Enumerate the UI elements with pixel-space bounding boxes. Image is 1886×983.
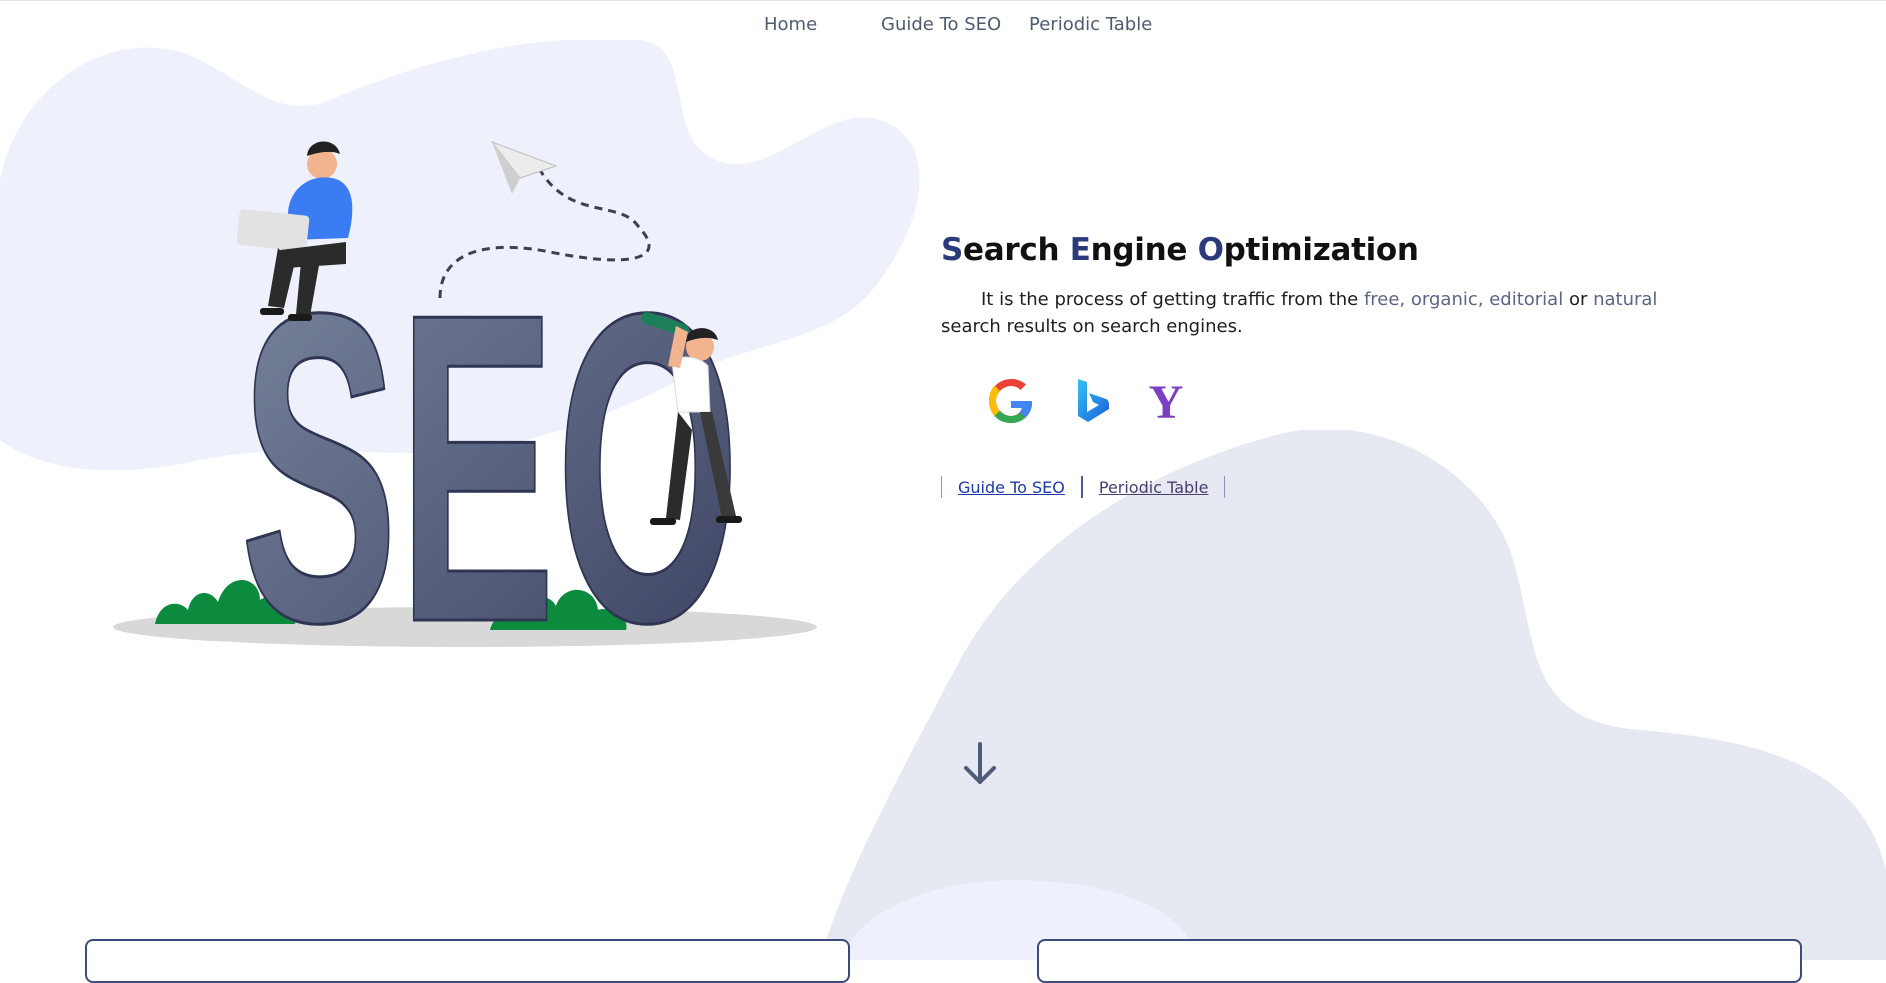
desc-part-3: search results on search engines. xyxy=(941,316,1243,337)
title-word-search: earch xyxy=(963,232,1070,268)
google-icon[interactable] xyxy=(986,376,1036,426)
desc-highlight-2: natural xyxy=(1593,289,1658,310)
desc-highlight-1: free, organic, editorial xyxy=(1363,289,1564,310)
scroll-down-arrow-icon[interactable] xyxy=(960,740,1000,788)
section-card-right xyxy=(1037,939,1802,983)
link-separator xyxy=(1080,476,1083,498)
top-border xyxy=(0,0,1886,1)
title-cap-o: O xyxy=(1197,232,1224,268)
seo-letters: SEO xyxy=(240,223,740,660)
desc-part-2: or xyxy=(1563,289,1594,310)
title-cap-e: E xyxy=(1069,232,1091,268)
hero-description: It is the process of getting traffic fro… xyxy=(941,286,1661,340)
nav-home[interactable]: Home xyxy=(764,14,817,35)
link-guide-to-seo[interactable]: Guide To SEO xyxy=(958,478,1065,497)
top-nav: Home Guide To SEO Periodic Table xyxy=(0,14,1886,38)
svg-text:Y: Y xyxy=(1149,376,1184,426)
yahoo-icon[interactable]: Y xyxy=(1141,376,1191,426)
bing-icon[interactable] xyxy=(1066,376,1116,426)
title-word-optimization: ptimization xyxy=(1223,232,1419,268)
title-word-engine: ngine xyxy=(1090,232,1198,268)
nav-guide-to-seo[interactable]: Guide To SEO xyxy=(881,14,1001,35)
hero-title: Search Engine Optimization xyxy=(941,232,1661,268)
section-card-left xyxy=(85,939,850,983)
hero-text-block: Search Engine Optimization It is the pro… xyxy=(941,232,1661,340)
title-cap-s: S xyxy=(941,232,964,268)
link-separator xyxy=(941,476,942,498)
link-periodic-table[interactable]: Periodic Table xyxy=(1099,478,1209,497)
seo-illustration: SEO xyxy=(113,140,817,660)
nav-periodic-table[interactable]: Periodic Table xyxy=(1029,14,1152,35)
hero-links: Guide To SEO Periodic Table xyxy=(941,476,1226,498)
desc-part-1: It is the process of getting traffic fro… xyxy=(981,289,1364,310)
background-blob-right xyxy=(820,430,1886,960)
paper-plane-icon xyxy=(490,140,558,194)
link-separator xyxy=(1224,476,1226,498)
